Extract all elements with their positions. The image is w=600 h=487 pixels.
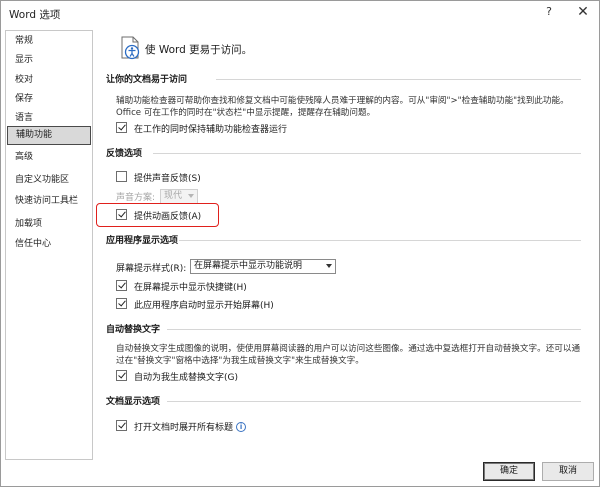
sidebar-item-customize-ribbon[interactable]: 自定义功能区 [7, 171, 91, 190]
section-title-feedback: 反馈选项 [106, 149, 143, 159]
screentip-style-label: 屏幕提示样式(R): [116, 264, 187, 274]
accessibility-description: 辅助功能检查器可帮助你查找和修复文档中可能使残障人员难于理解的内容。可从"审阅"… [116, 96, 569, 118]
help-button[interactable]: ? [542, 5, 556, 21]
section-divider [167, 329, 581, 330]
expand-headings-label-wrap: 打开文档时展开所有标题 i [134, 420, 247, 433]
alt-text-description: 自动替换文字生成图像的说明，使使用屏幕阅读器的用户可以访问这些图像。通过选中复选… [116, 344, 581, 366]
section-title-accessibility: 让你的文档易于访问 [106, 75, 188, 85]
screentip-style-select[interactable]: 在屏幕提示中显示功能说明 [190, 259, 336, 274]
sidebar: 常规 显示 校对 保存 语言 辅助功能 高级 自定义功能区 快速访问工具栏 加载… [5, 30, 93, 460]
auto-alt-text-checkbox[interactable] [116, 370, 127, 381]
screentip-style-value: 在屏幕提示中显示功能说明 [194, 261, 303, 271]
start-screen-checkbox[interactable] [116, 298, 127, 309]
info-icon[interactable]: i [236, 422, 247, 432]
auto-alt-text-label: 自动为我生成替换文字(G) [134, 373, 238, 383]
accessibility-checker-label: 在工作的同时保持辅助功能检查器运行 [134, 125, 288, 135]
title-bar: Word 选项 ? ✕ [1, 1, 599, 27]
section-title-doc-display: 文档显示选项 [106, 397, 161, 407]
sidebar-item-general[interactable]: 常规 [7, 32, 91, 51]
sidebar-item-proofing[interactable]: 校对 [7, 71, 91, 90]
expand-headings-checkbox[interactable] [116, 420, 127, 431]
sound-feedback-checkbox[interactable] [116, 171, 127, 182]
start-screen-label: 此应用程序启动时显示开始屏幕(H) [134, 301, 274, 311]
pane-header-text: 使 Word 更易于访问。 [145, 44, 253, 56]
highlight-annotation [96, 203, 219, 227]
section-divider [216, 79, 581, 80]
word-options-dialog: Word 选项 ? ✕ 常规 显示 校对 保存 语言 辅助功能 高级 自定义功能… [0, 0, 600, 487]
section-title-alt-text: 自动替换文字 [106, 325, 161, 335]
sound-feedback-label: 提供声音反馈(S) [134, 174, 201, 184]
section-divider [167, 401, 581, 402]
chevron-down-icon [188, 194, 194, 198]
sidebar-item-quick-access-toolbar[interactable]: 快速访问工具栏 [7, 192, 91, 211]
accessibility-document-icon [121, 36, 140, 60]
chevron-down-icon [326, 264, 332, 268]
sidebar-item-add-ins[interactable]: 加载项 [7, 215, 91, 234]
section-divider [179, 240, 581, 241]
accessibility-checker-checkbox[interactable] [116, 122, 127, 133]
sidebar-item-accessibility[interactable]: 辅助功能 [7, 126, 91, 145]
sound-scheme-value: 现代 [164, 191, 183, 201]
shortcut-keys-checkbox[interactable] [116, 280, 127, 291]
sound-scheme-label: 声音方案: [116, 193, 156, 203]
sidebar-item-display[interactable]: 显示 [7, 51, 91, 70]
sound-scheme-select[interactable]: 现代 [160, 189, 198, 204]
shortcut-keys-label: 在屏幕提示中显示快捷键(H) [134, 283, 247, 293]
expand-headings-label: 打开文档时展开所有标题 [134, 423, 234, 433]
options-pane: 使 Word 更易于访问。 让你的文档易于访问 辅助功能检查器可帮助你查找和修复… [101, 30, 593, 460]
sidebar-item-trust-center[interactable]: 信任中心 [7, 235, 91, 254]
ok-button[interactable]: 确定 [483, 462, 535, 481]
cancel-button[interactable]: 取消 [542, 462, 594, 481]
close-button[interactable]: ✕ [575, 4, 591, 20]
section-title-app-display: 应用程序显示选项 [106, 236, 179, 246]
window-title: Word 选项 [9, 9, 61, 21]
sidebar-item-save[interactable]: 保存 [7, 90, 91, 109]
sidebar-item-advanced[interactable]: 高级 [7, 148, 91, 167]
section-divider [153, 153, 581, 154]
